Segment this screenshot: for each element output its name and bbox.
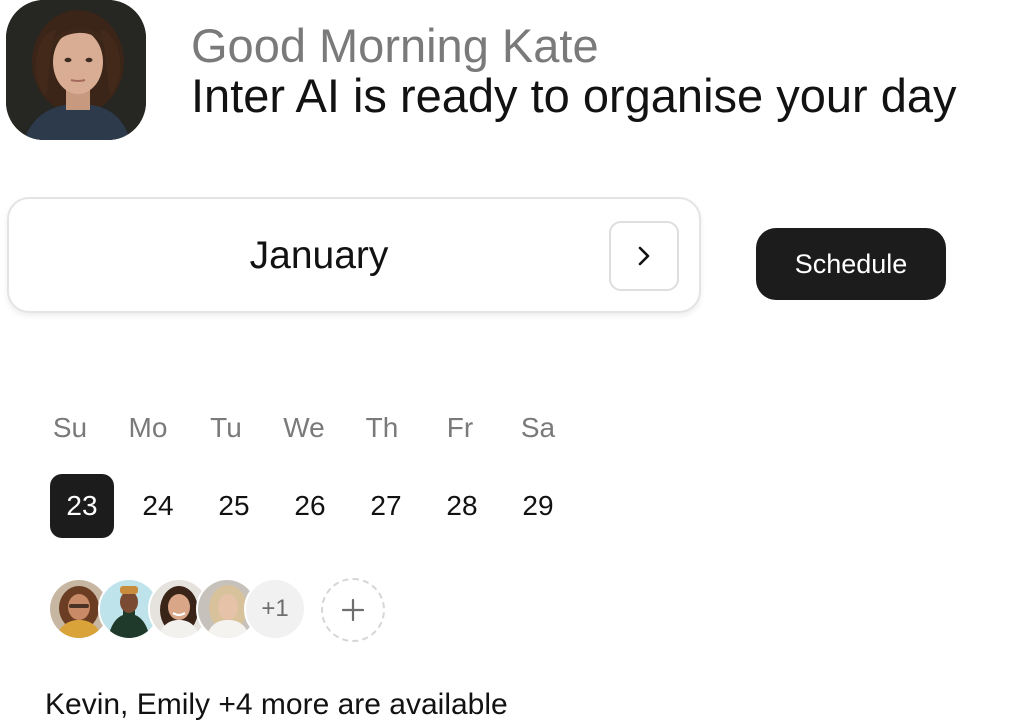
weekday-thursday: Th [365, 412, 399, 443]
weekday-tuesday: Tu [210, 412, 242, 443]
more-attendees-badge[interactable]: +1 [244, 578, 306, 640]
weekday-friday: Fr [446, 412, 474, 443]
month-picker: January [7, 197, 701, 313]
day-cell[interactable]: 24 [126, 474, 190, 538]
weekday-wednesday: We [283, 412, 325, 443]
day-cell[interactable]: 27 [354, 474, 418, 538]
day-cell[interactable]: 28 [430, 474, 494, 538]
month-label: January [249, 234, 389, 277]
chevron-right-icon [638, 246, 650, 266]
day-cell-selected[interactable]: 23 [50, 474, 114, 538]
add-attendee-button[interactable] [321, 578, 385, 642]
greeting-text: Good Morning Kate [191, 19, 599, 72]
schedule-button[interactable]: Schedule [756, 228, 946, 300]
plus-icon [341, 598, 365, 622]
day-cell[interactable]: 26 [278, 474, 342, 538]
day-cell[interactable]: 25 [202, 474, 266, 538]
availability-text: Kevin, Emily +4 more are available [45, 688, 508, 721]
page: Good Morning Kate Inter AI is ready to o… [0, 0, 1029, 725]
day-cell[interactable]: 29 [506, 474, 570, 538]
weekday-monday: Mo [128, 412, 168, 443]
next-month-button[interactable] [609, 221, 679, 291]
weekday-saturday: Sa [520, 412, 556, 443]
profile-photo-icon [6, 0, 146, 140]
profile-avatar[interactable] [6, 0, 146, 140]
weekday-sunday: Su [52, 412, 88, 443]
headline-text: Inter AI is ready to organise your day [191, 69, 957, 122]
